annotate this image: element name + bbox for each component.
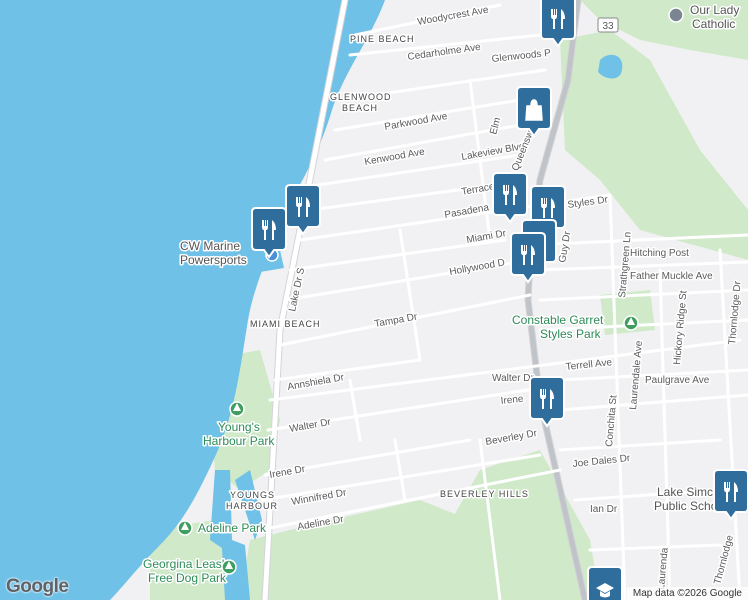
poi-label-lakesimcoe-2: Public Scho <box>654 499 718 513</box>
poi-label-georgina: Georgina Leash <box>143 557 228 571</box>
map-marker-restaurant[interactable] <box>251 207 287 259</box>
map-marker-restaurant[interactable] <box>529 376 565 428</box>
map-marker-restaurant[interactable] <box>492 172 528 224</box>
map-marker-shopping[interactable] <box>516 86 552 138</box>
street-label-walter1: Walter Dr <box>492 373 535 384</box>
poi-label-ourlady-2: Catholic <box>692 17 735 31</box>
poi-label-georgina-2: Free Dog Park <box>148 571 227 585</box>
poi-label-lakesimcoe: Lake Simc <box>657 485 713 499</box>
poi-label-adelinepark: Adeline Park <box>198 521 267 535</box>
area-label-youngs: YOUNGS <box>230 490 275 500</box>
route-number: 33 <box>602 21 614 32</box>
street-label-ian: Ian Dr <box>590 504 618 515</box>
poi-label-cwmarine: CW Marine <box>180 239 240 253</box>
poi-label-cwmarine-2: Powersports <box>180 253 247 267</box>
area-label-beverleyhills: BEVERLEY HILLS <box>440 489 529 499</box>
street-label-hitching: Hitching Post <box>630 248 689 259</box>
street-label-paulgrave: Paulgrave Ave <box>645 375 710 386</box>
route-shield: 33 <box>597 17 619 33</box>
area-label-glenwood-beach: BEACH <box>342 103 378 113</box>
map-attribution[interactable]: Map data ©2026 Google <box>626 587 748 600</box>
poi-label-youngspark: Young's <box>218 420 260 434</box>
poi-label-ourlady: Our Lady <box>690 3 739 17</box>
google-logo[interactable]: Google <box>6 576 69 598</box>
map-marker-restaurant[interactable] <box>510 232 546 284</box>
map-marker-restaurant[interactable] <box>540 0 576 48</box>
poi-label-constable: Constable Garret <box>512 313 604 327</box>
area-label-youngs-harbour: HARBOUR <box>226 501 278 511</box>
church-dot <box>668 7 684 23</box>
map-marker-restaurant[interactable] <box>713 469 748 521</box>
map-marker-restaurant[interactable] <box>285 184 321 236</box>
map-canvas[interactable]: 33 Woodycrest Ave Cedarholme Ave Glenwoo… <box>0 0 748 600</box>
area-label-glenwood: GLENWOOD <box>330 92 392 102</box>
map-marker-school[interactable] <box>587 566 623 600</box>
area-label-pinebeach: PINE BEACH <box>350 34 415 44</box>
poi-label-youngspark-2: Harbour Park <box>203 434 275 448</box>
poi-label-constable-2: Styles Park <box>540 327 602 341</box>
area-label-miamibeach: MIAMI BEACH <box>250 319 321 329</box>
street-label-fathermuckle: Father Muckle Ave <box>630 271 713 282</box>
